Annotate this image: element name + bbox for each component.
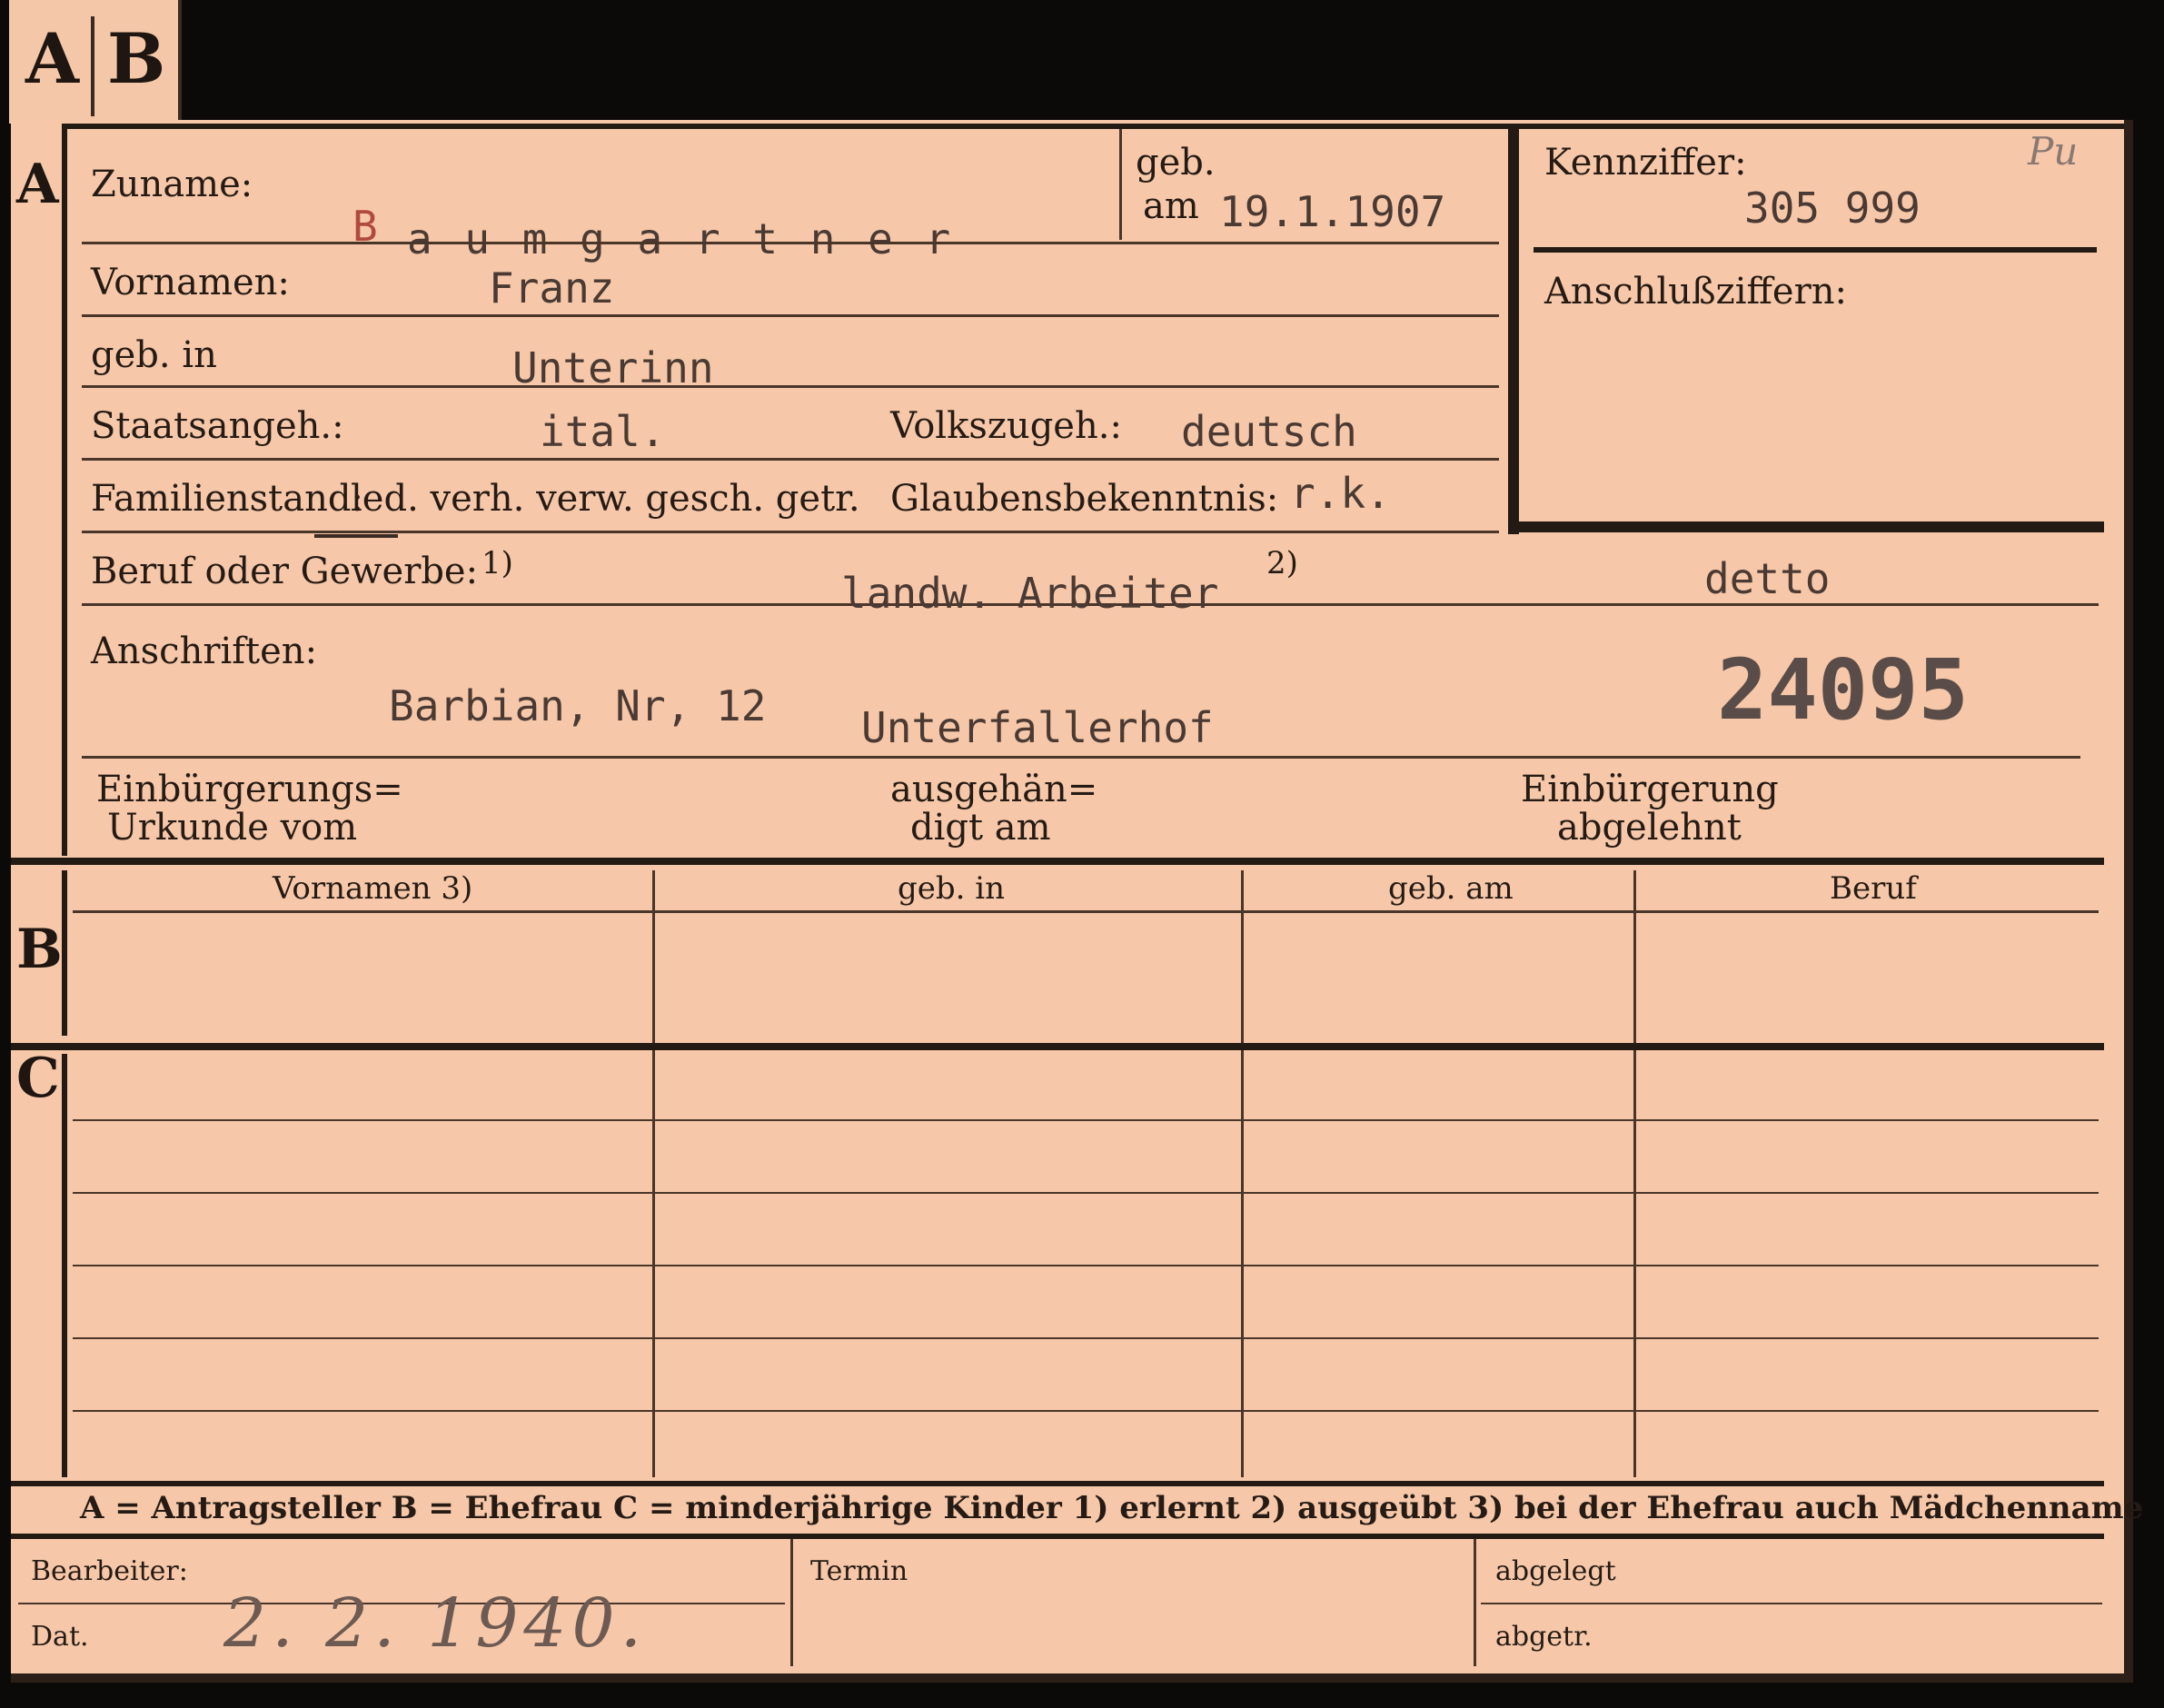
occupation-footnote-2: 2) — [1266, 545, 1298, 581]
ethnicity-label: Volkszugeh.: — [890, 405, 1122, 447]
spouse-col-firstname: Vornamen 3) — [273, 870, 473, 907]
birthdate-divider — [1119, 129, 1122, 240]
ethnicity-value: deutsch — [1181, 407, 1357, 456]
family-status-underline — [314, 534, 398, 538]
birthdate-value: 19.1.1907 — [1219, 187, 1446, 236]
col-divider-3 — [1633, 870, 1636, 1477]
children-row-rule-3 — [73, 1265, 2099, 1266]
tab-divider — [91, 16, 94, 116]
top-rule — [67, 124, 2124, 129]
removed-label: abgetr. — [1495, 1621, 1593, 1653]
citizenship-label: Staatsangeh.: — [91, 405, 344, 447]
address-line-1: Barbian, Nr, 12 — [389, 681, 767, 730]
spouse-col-occupation: Beruf — [1830, 870, 1917, 907]
children-row-rule-5 — [73, 1410, 2099, 1412]
birthplace-value: Unterinn — [512, 343, 714, 392]
firstname-label: Vornamen: — [91, 262, 290, 303]
rule-firstname — [82, 314, 1499, 317]
legend-bottom-rule — [11, 1534, 2104, 1539]
spouse-col-birthdate: geb. am — [1388, 870, 1514, 907]
legend-text: A = Antragsteller B = Ehefrau C = minder… — [80, 1490, 2144, 1526]
kennziffer-note: Pu — [2028, 129, 2079, 174]
col-divider-2 — [1241, 870, 1244, 1477]
children-row-rule-4 — [73, 1337, 2099, 1339]
rule-citizenship — [82, 458, 1499, 461]
occupation-footnote-1: 1) — [481, 545, 513, 581]
naturalization-denied-label-1: Einbürgerung — [1521, 769, 1779, 810]
kennziffer-box-left — [1508, 129, 1519, 534]
children-row-rule-1 — [73, 1119, 2099, 1121]
naturalization-cert-label-1: Einbürgerungs= — [96, 769, 403, 810]
posted-label-1: ausgehän= — [890, 769, 1098, 810]
family-status-options: led. verh. verw. gesch. getr. — [351, 478, 860, 520]
rule-family — [82, 531, 1499, 533]
occupation-practised: detto — [1704, 554, 1831, 603]
tab-letter-b: B — [107, 18, 166, 99]
birthdate-label-am: am — [1143, 185, 1199, 227]
anschlussziffern-label: Anschlußziffern: — [1544, 271, 1847, 313]
footer-divider-1 — [790, 1539, 793, 1666]
legend-top-rule — [11, 1481, 2104, 1486]
col-divider-1 — [652, 870, 655, 1477]
section-ab-rule — [11, 858, 2104, 865]
naturalization-cert-label-2: Urkunde vom — [107, 807, 358, 849]
footer-divider-2 — [1474, 1539, 1476, 1666]
margin-line-b — [62, 870, 67, 1036]
section-c-letter: C — [16, 1047, 60, 1110]
addresses-label: Anschriften: — [91, 631, 318, 672]
religion-label: Glaubensbekenntnis: — [890, 478, 1279, 520]
stamp-number: 24095 — [1717, 641, 1969, 739]
kennziffer-value: 305 999 — [1744, 184, 1921, 233]
posted-label-2: digt am — [910, 807, 1051, 849]
processor-label: Bearbeiter: — [31, 1555, 188, 1587]
address-line-2: Unterfallerhof — [861, 703, 1214, 752]
spouse-header-rule — [73, 910, 2099, 913]
rule-address — [82, 756, 2080, 759]
birthdate-label-geb: geb. — [1136, 142, 1216, 184]
birthplace-label: geb. in — [91, 334, 217, 376]
surname-label: Zuname: — [91, 164, 253, 205]
surname-value: a u m g a r t n e r — [407, 214, 955, 263]
deadline-label: Termin — [810, 1555, 908, 1587]
section-bc-rule — [11, 1043, 2104, 1050]
date-label: Dat. — [31, 1621, 89, 1653]
family-status-label: Familienstand: — [91, 478, 363, 520]
rule-surname — [82, 242, 1499, 244]
filed-label: abgelegt — [1495, 1555, 1616, 1587]
kennziffer-label: Kennziffer: — [1544, 142, 1747, 184]
occupation-learned: landw. Arbeiter — [841, 569, 1219, 618]
footer-rule-right — [1481, 1603, 2102, 1604]
tab-letter-a: A — [25, 18, 79, 99]
rule-birthplace — [82, 385, 1499, 388]
kennziffer-separator — [1534, 247, 2097, 253]
naturalization-denied-label-2: abgelehnt — [1557, 807, 1742, 849]
citizenship-value: ital. — [540, 407, 666, 456]
firstname-value: Franz — [489, 263, 615, 313]
religion-value: r.k. — [1290, 469, 1391, 518]
margin-line-a — [62, 124, 67, 856]
spouse-col-birthplace: geb. in — [898, 870, 1006, 907]
margin-line-c — [62, 1054, 67, 1477]
date-handwritten: 2. 2. 1940. — [223, 1584, 648, 1663]
children-row-rule-2 — [73, 1192, 2099, 1194]
section-a-letter: A — [16, 153, 59, 216]
kennziffer-box-bottom — [1508, 521, 2104, 532]
section-b-letter: B — [16, 918, 63, 981]
occupation-label: Beruf oder Gewerbe: — [91, 551, 479, 592]
